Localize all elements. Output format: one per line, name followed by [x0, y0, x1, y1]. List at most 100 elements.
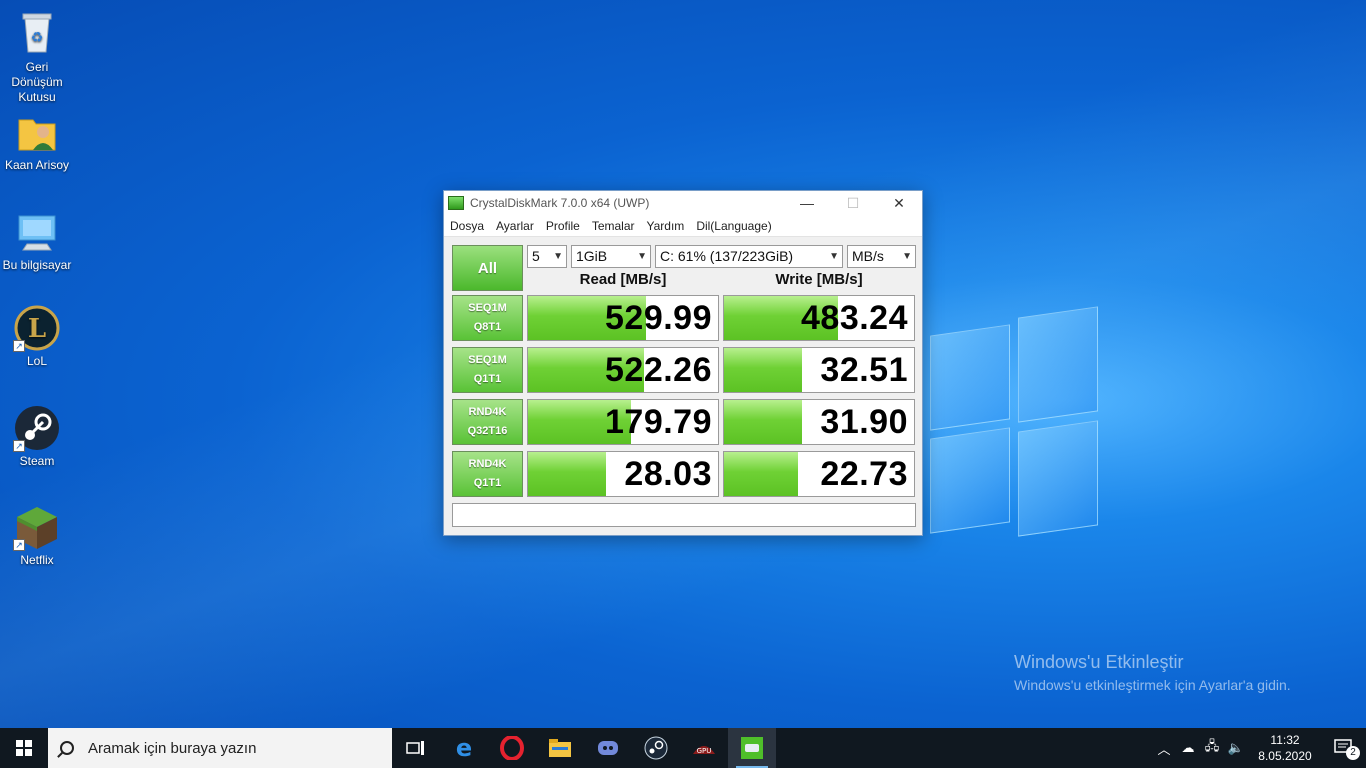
computer-icon: [13, 208, 61, 256]
desktop-icon-label: Steam: [19, 454, 55, 468]
taskbar-search-box[interactable]: Aramak için buraya yazın: [48, 728, 392, 768]
test-name: RND4K: [468, 458, 507, 470]
recycle-bin-icon: ♻: [13, 8, 61, 56]
menu-help[interactable]: Yardım: [647, 219, 685, 233]
activation-title: Windows'u Etkinleştir: [1014, 652, 1184, 672]
run-all-button[interactable]: All: [452, 245, 523, 291]
test-size-select[interactable]: 1GiB ▼: [571, 245, 651, 268]
svg-text:e: e: [456, 736, 472, 760]
menu-bar: Dosya Ayarlar Profile Temalar Yardım Dil…: [444, 215, 922, 237]
task-view-icon[interactable]: [392, 728, 440, 768]
desktop-icon-lol[interactable]: L ↗ LoL: [0, 304, 74, 369]
volume-icon[interactable]: 🔈: [1224, 740, 1248, 756]
svg-text:♻: ♻: [31, 29, 44, 45]
comment-input[interactable]: [452, 503, 916, 527]
write-result-cell: 32.51: [723, 347, 915, 393]
network-icon[interactable]: 🖧: [1200, 737, 1224, 759]
discord-icon[interactable]: [584, 728, 632, 768]
chevron-up-icon[interactable]: ︿: [1152, 739, 1176, 758]
menu-file[interactable]: Dosya: [450, 219, 484, 233]
test-params: Q1T1: [473, 373, 502, 385]
test-name: RND4K: [468, 406, 507, 418]
test-name: SEQ1M: [468, 354, 507, 366]
onedrive-icon[interactable]: ☁: [1176, 740, 1200, 756]
test-rnd4k-q1t1-button[interactable]: RND4K Q1T1: [452, 451, 523, 497]
window-title: CrystalDiskMark 7.0.0 x64 (UWP): [470, 196, 650, 210]
menu-profile[interactable]: Profile: [546, 219, 580, 233]
write-header: Write [MB/s]: [775, 271, 863, 288]
clock-time: 11:32: [1270, 733, 1300, 747]
test-count-value: 5: [532, 248, 540, 264]
close-button[interactable]: ✕: [876, 191, 922, 215]
opera-icon[interactable]: [488, 728, 536, 768]
minecraft-icon: ↗: [13, 503, 61, 551]
test-count-select[interactable]: 5 ▼: [527, 245, 567, 268]
test-seq1m-q8t1-button[interactable]: SEQ1M Q8T1: [452, 295, 523, 341]
menu-settings[interactable]: Ayarlar: [496, 219, 534, 233]
read-result-cell: 522.26: [527, 347, 719, 393]
window-titlebar[interactable]: CrystalDiskMark 7.0.0 x64 (UWP) — ☐ ✕: [444, 191, 922, 215]
read-result-bar: [528, 452, 606, 496]
read-result-value: 179.79: [605, 402, 712, 441]
activation-subtitle: Windows'u etkinleştirmek için Ayarlar'a …: [1014, 677, 1291, 693]
activation-watermark: Windows'u Etkinleştir Windows'u etkinleş…: [1014, 652, 1291, 693]
write-result-bar: [724, 400, 802, 444]
test-params: Q8T1: [473, 321, 502, 333]
drive-value: C: 61% (137/223GiB): [660, 248, 794, 264]
crystaldiskmark-window: CrystalDiskMark 7.0.0 x64 (UWP) — ☐ ✕ Do…: [443, 190, 923, 536]
gpu-tweak-icon[interactable]: GPU: [680, 728, 728, 768]
test-size-value: 1GiB: [576, 248, 608, 264]
menu-language[interactable]: Dil(Language): [696, 219, 771, 233]
menu-themes[interactable]: Temalar: [592, 219, 635, 233]
test-seq1m-q1t1-button[interactable]: SEQ1M Q1T1: [452, 347, 523, 393]
desktop-icon-user-folder[interactable]: Kaan Arisoy: [0, 108, 74, 173]
read-result-value: 522.26: [605, 350, 712, 389]
desktop-icon-steam[interactable]: ↗ Steam: [0, 404, 74, 469]
test-name: SEQ1M: [468, 302, 507, 314]
crystaldiskmark-app-icon: [448, 196, 464, 210]
desktop-icon-recycle-bin[interactable]: ♻ Geri Dönüşüm Kutusu: [0, 8, 74, 105]
write-result-bar: [724, 348, 802, 392]
read-header: Read [MB/s]: [579, 271, 667, 288]
minimize-button[interactable]: —: [784, 191, 830, 215]
system-tray: ︿ ☁ 🖧 🔈 11:32 8.05.2020 2: [1152, 728, 1366, 768]
read-result-cell: 529.99: [527, 295, 719, 341]
league-of-legends-icon: L ↗: [13, 304, 61, 352]
chevron-down-icon: ▼: [553, 251, 563, 262]
write-result-value: 22.73: [820, 454, 908, 493]
file-explorer-icon[interactable]: [536, 728, 584, 768]
chevron-down-icon: ▼: [637, 251, 647, 262]
write-result-value: 483.24: [801, 298, 908, 337]
desktop-icon-label: Netflix: [20, 553, 54, 567]
chevron-down-icon: ▼: [829, 251, 839, 262]
desktop-icon-this-pc[interactable]: Bu bilgisayar: [0, 208, 74, 273]
windows-logo-wallpaper: [930, 300, 1100, 560]
read-result-cell: 179.79: [527, 399, 719, 445]
clock[interactable]: 11:32 8.05.2020: [1248, 732, 1322, 764]
chevron-down-icon: ▼: [902, 251, 912, 262]
crystaldiskmark-icon[interactable]: [728, 728, 776, 768]
action-center-button[interactable]: 2: [1322, 728, 1366, 768]
read-result-value: 529.99: [605, 298, 712, 337]
drive-select[interactable]: C: 61% (137/223GiB) ▼: [655, 245, 843, 268]
write-result-cell: 31.90: [723, 399, 915, 445]
shortcut-arrow-icon: ↗: [13, 539, 25, 551]
search-icon: [60, 741, 74, 755]
maximize-button[interactable]: ☐: [830, 191, 876, 215]
unit-select[interactable]: MB/s ▼: [847, 245, 916, 268]
steam-icon: ↗: [13, 404, 61, 452]
read-result-cell: 28.03: [527, 451, 719, 497]
user-folder-icon: [13, 108, 61, 156]
write-result-bar: [724, 452, 799, 496]
test-params: Q1T1: [473, 477, 502, 489]
desktop-icon-netflix[interactable]: ↗ Netflix: [0, 503, 74, 568]
start-button[interactable]: [0, 728, 48, 768]
clock-date: 8.05.2020: [1258, 749, 1312, 763]
shortcut-arrow-icon: ↗: [13, 440, 25, 452]
test-params: Q32T16: [467, 425, 508, 437]
test-rnd4k-q32t16-button[interactable]: RND4K Q32T16: [452, 399, 523, 445]
shortcut-arrow-icon: ↗: [13, 340, 25, 352]
edge-icon[interactable]: e: [440, 728, 488, 768]
steam-icon[interactable]: [632, 728, 680, 768]
write-result-value: 32.51: [820, 350, 908, 389]
